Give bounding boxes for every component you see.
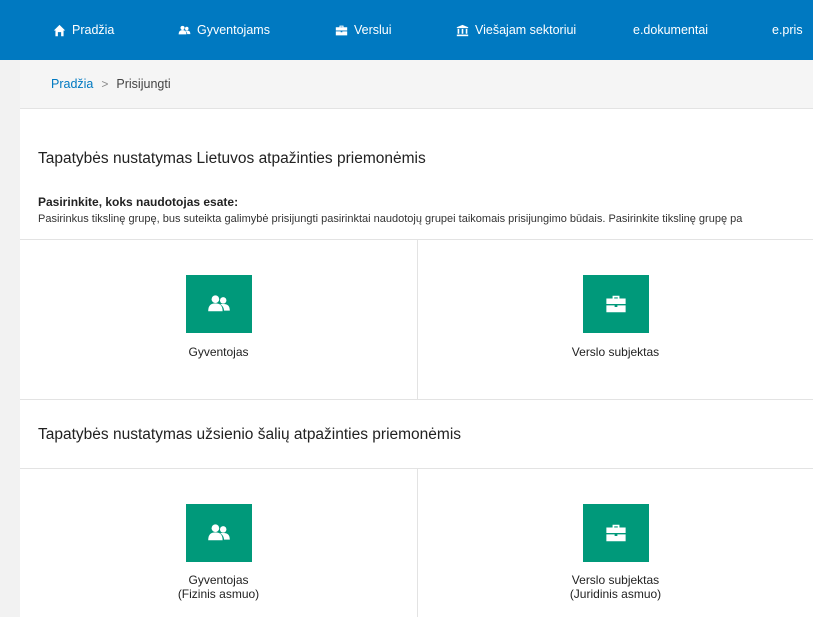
briefcase-icon: [335, 25, 348, 35]
breadcrumb-current: Prisijungti: [116, 77, 171, 91]
people-icon: [207, 524, 230, 541]
section-title-foreign: Tapatybės nustatymas užsienio šalių atpa…: [38, 426, 462, 443]
home-icon: [53, 24, 66, 36]
lt-user-type-cards: Gyventojas Verslo subjektas: [20, 239, 813, 400]
card-icon-box: [185, 504, 252, 562]
card-verslo-subjektas-juridinis-asmuo[interactable]: Verslo subjektas (Juridinis asmuo): [417, 469, 813, 617]
top-navigation: Pradžia Gyventojams Verslui Viešajam sek…: [0, 0, 813, 60]
card-label: Gyventojas: [188, 573, 249, 587]
card-label: Gyventojas: [188, 345, 249, 359]
nav-item-e-prisijungimas[interactable]: e.pris: [772, 0, 813, 60]
nav-item-pradzia[interactable]: Pradžia: [53, 0, 114, 60]
card-icon-box: [582, 275, 649, 333]
card-gyventojas[interactable]: Gyventojas: [20, 240, 417, 399]
nav-item-viesajam-sektoriui[interactable]: Viešajam sektoriui: [456, 0, 576, 60]
breadcrumb-home-link[interactable]: Pradžia: [51, 77, 93, 91]
section-title-lithuanian: Tapatybės nustatymas Lietuvos atpažintie…: [38, 150, 426, 167]
nav-item-e-dokumentai[interactable]: e.dokumentai: [633, 0, 708, 60]
nav-item-label: Viešajam sektoriui: [475, 23, 577, 37]
nav-item-label: e.dokumentai: [633, 23, 709, 37]
card-sublabel: (Juridinis asmuo): [569, 587, 662, 601]
nav-item-verslui[interactable]: Verslui: [335, 0, 392, 60]
nav-item-gyventojams[interactable]: Gyventojams: [178, 0, 270, 60]
briefcase-icon: [605, 524, 626, 542]
briefcase-icon: [605, 295, 626, 313]
nav-item-label: Pradžia: [72, 23, 115, 37]
card-verslo-subjektas[interactable]: Verslo subjektas: [417, 240, 813, 399]
main-content: Pradžia > Prisijungti Tapatybės nustatym…: [20, 60, 813, 617]
choose-user-type-description: Pasirinkus tikslinę grupę, bus suteikta …: [38, 213, 743, 225]
foreign-user-type-cards: Gyventojas (Fizinis asmuo) Verslo subjek…: [20, 468, 813, 617]
people-icon: [207, 295, 230, 312]
card-label: Verslo subjektas: [571, 345, 660, 359]
nav-item-label: Gyventojams: [197, 23, 270, 37]
breadcrumb-separator: >: [101, 77, 109, 91]
card-icon-box: [185, 275, 252, 333]
card-label: Verslo subjektas: [571, 573, 660, 587]
nav-item-label: Verslui: [354, 23, 392, 37]
card-gyventojas-fizinis-asmuo[interactable]: Gyventojas (Fizinis asmuo): [20, 469, 417, 617]
left-gutter: [0, 60, 20, 617]
page: Pradžia Gyventojams Verslui Viešajam sek…: [0, 0, 813, 617]
card-icon-box: [582, 504, 649, 562]
institution-icon: [456, 24, 469, 36]
card-sublabel: (Fizinis asmuo): [177, 587, 260, 601]
people-icon: [178, 25, 191, 34]
nav-item-label: e.pris: [772, 23, 803, 37]
choose-user-type-label: Pasirinkite, koks naudotojas esate:: [38, 195, 239, 209]
breadcrumb: Pradžia > Prisijungti: [20, 60, 813, 109]
